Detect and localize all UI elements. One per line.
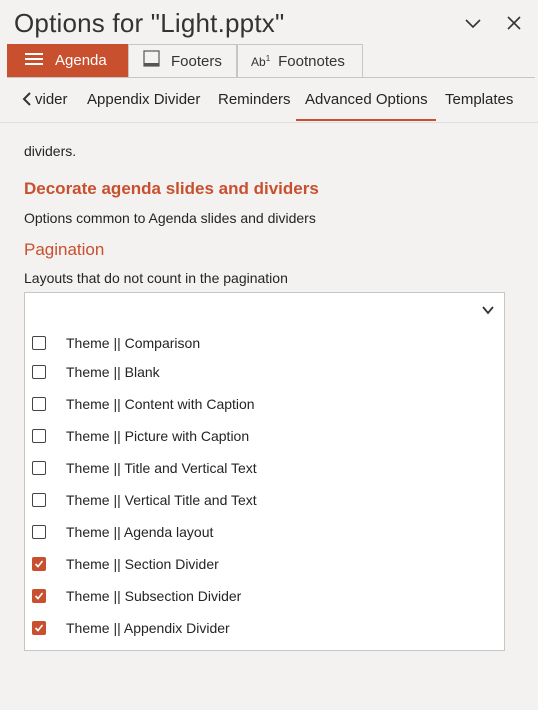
layout-item[interactable]: Theme || Vertical Title and Text [25,485,505,515]
layout-item-label: Theme || Appendix Divider [66,620,230,636]
checkbox[interactable] [32,525,46,539]
layout-item-label: Theme || Blank [66,364,160,380]
checkbox[interactable] [32,429,46,443]
checkmark-icon [34,560,44,568]
sub-tab-bar: vider Appendix Divider Reminders Advance… [0,78,538,123]
checkbox[interactable] [32,365,46,379]
footer-icon [143,50,161,72]
dividers-text: dividers. [24,143,77,159]
layout-item-label: Theme || Subsection Divider [66,588,242,604]
layout-item[interactable]: Theme || Blank [25,357,505,387]
chevron-left-icon [22,92,31,106]
layout-item-label: Theme || Vertical Title and Text [66,492,257,508]
layout-item-label: Theme || Content with Caption [66,396,255,412]
tab-footnotes-label: Footnotes [278,52,345,70]
layout-item-label: Theme || Comparison [66,335,201,351]
window-title: Options for "Light.pptx" [14,8,285,38]
layouts-dropdown[interactable] [24,292,505,326]
checkbox-checked[interactable] [32,621,46,635]
checkbox[interactable] [32,493,46,507]
tab-footers[interactable]: Footers [128,44,237,77]
layout-item-label: Theme || Picture with Caption [66,428,250,444]
decorate-heading: Decorate agenda slides and dividers [24,179,319,198]
chevron-down-icon [465,19,481,29]
title-bar: Options for "Light.pptx" [0,0,538,44]
layout-item[interactable]: Theme || Appendix Divider [25,613,505,643]
layouts-label: Layouts that do not count in the paginat… [24,270,288,286]
tab-agenda-label: Agenda [55,52,107,69]
layout-item[interactable]: Theme || Agenda layout [25,517,505,547]
checkbox-checked[interactable] [32,557,46,571]
checkbox-checked[interactable] [32,589,46,603]
close-icon [507,16,521,30]
footnote-icon: Ab1 [251,53,271,69]
tab-templates[interactable]: Templates [445,91,513,108]
layout-item[interactable]: Theme || Comparison [25,328,505,358]
layout-item[interactable]: Theme || Subsection Divider [25,581,505,611]
hamburger-icon [25,52,45,70]
tab-footers-label: Footers [171,52,222,70]
tab-section-divider[interactable]: vider [35,91,68,108]
scroll-left-button[interactable] [21,91,33,111]
layout-item[interactable]: Theme || Title and Vertical Text [25,453,505,483]
checkbox[interactable] [32,336,46,350]
checkmark-icon [34,592,44,600]
layout-item-label: Theme || Agenda layout [66,524,214,540]
layouts-list: Theme || Comparison Theme || Blank Theme |… [24,325,505,651]
active-tab-indicator [296,119,436,121]
tab-agenda[interactable]: Agenda [7,44,128,77]
close-button[interactable] [503,12,525,34]
pagination-heading: Pagination [24,240,105,259]
common-options-text: Options common to Agenda slides and divi… [24,210,316,226]
collapse-button[interactable] [462,12,484,34]
checkmark-icon [34,624,44,632]
layout-item-label: Theme || Section Divider [66,556,219,572]
chevron-down-icon [482,306,494,315]
layout-item[interactable]: Theme || Picture with Caption [25,421,505,451]
tab-advanced-options[interactable]: Advanced Options [305,91,428,108]
checkbox[interactable] [32,461,46,475]
tab-footnotes[interactable]: Ab1 Footnotes [237,44,363,77]
main-tab-bar: Agenda Footers Ab1 Footnotes [7,44,535,78]
checkbox[interactable] [32,397,46,411]
layout-item[interactable]: Theme || Section Divider [25,549,505,579]
tab-reminders[interactable]: Reminders [218,91,291,108]
tab-appendix-divider[interactable]: Appendix Divider [87,91,200,108]
layout-item[interactable]: Theme || Content with Caption [25,389,505,419]
layout-item-label: Theme || Title and Vertical Text [66,460,257,476]
